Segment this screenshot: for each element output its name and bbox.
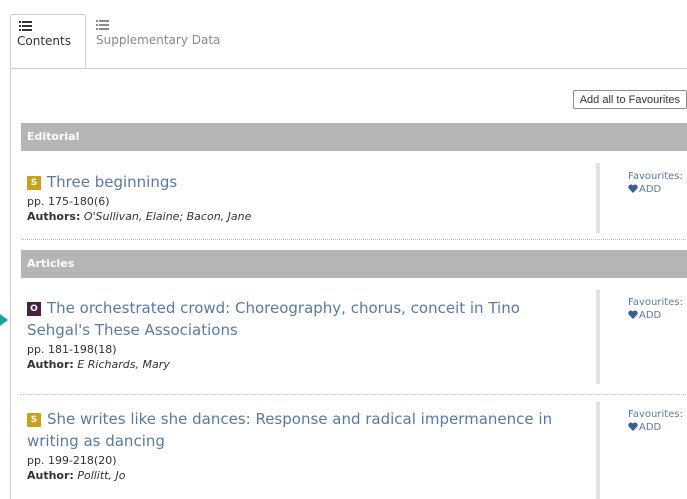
favourites-label: Favourites: [628,171,683,182]
author-names: E Richards, Mary [77,358,170,371]
add-favourite-label: ADD [639,184,662,195]
access-badge: S [27,176,41,190]
section-header-articles: Articles [21,250,687,278]
article-title-link-continued[interactable]: writing as dancing [27,432,165,450]
authors: Authors: O'Sullivan, Elaine; Bacon, Jane [27,209,587,224]
list-item: O The orchestrated crowd: Choreography, c… [21,290,687,395]
author-names: O'Sullivan, Elaine; Bacon, Jane [83,210,252,223]
add-favourite-label: ADD [639,310,662,321]
page-range: pp. 181-198(18) [27,343,117,356]
list-icon [19,21,32,31]
add-favourite-label: ADD [639,422,662,433]
heart-icon [628,184,638,193]
article-title-link[interactable]: The orchestrated crowd: Choreography, ch… [47,299,520,317]
authors-label: Authors: [27,210,81,223]
section-header-editorial: Editorial [21,123,687,151]
add-favourite-button[interactable]: ADD [600,421,687,434]
list-icon [96,20,109,30]
article-title-link[interactable]: She writes like she dances: Response and… [47,410,552,428]
article-title-link-continued[interactable]: Sehgal's These Associations [27,321,238,339]
add-favourite-button[interactable]: ADD [600,309,687,322]
favourites-box: Favourites: ADD [596,163,687,233]
pointer-arrow-icon [0,314,8,326]
tab-contents[interactable]: Contents [10,14,86,68]
author-names: Pollitt, Jo [77,469,126,482]
add-favourite-button[interactable]: ADD [600,183,687,196]
heart-icon [628,422,638,431]
contents-panel: Add all to Favourites Editorial S Three b… [10,68,687,499]
tab-label: Contents [17,34,71,48]
article-entry: S Three beginnings pp. 175-180(6) Authors… [27,163,587,224]
favourites-box: Favourites: ADD [596,290,687,384]
heart-icon [628,310,638,319]
tab-label: Supplementary Data [96,33,221,47]
favourites-label: Favourites: [628,409,683,420]
list-item: S She writes like she dances: Response an… [21,402,687,499]
tab-supplementary-data[interactable]: Supplementary Data [96,14,236,68]
authors-label: Author: [27,358,74,371]
access-badge: S [27,413,41,427]
authors: Author: E Richards, Mary [27,357,587,372]
article-title-link[interactable]: Three beginnings [47,173,177,191]
article-entry: S She writes like she dances: Response an… [27,402,587,483]
page-range: pp. 199-218(20) [27,454,117,467]
access-badge: O [27,302,41,316]
authors: Author: Pollitt, Jo [27,468,587,483]
tab-bar: Contents Supplementary Data [10,10,687,69]
page-range: pp. 175-180(6) [27,195,110,208]
add-all-to-favourites-button[interactable]: Add all to Favourites [572,90,687,109]
authors-label: Author: [27,469,74,482]
article-entry: O The orchestrated crowd: Choreography, c… [27,290,587,372]
favourites-label: Favourites: [628,297,683,308]
favourites-box: Favourites: ADD [596,402,687,499]
list-item: S Three beginnings pp. 175-180(6) Authors… [21,163,687,240]
